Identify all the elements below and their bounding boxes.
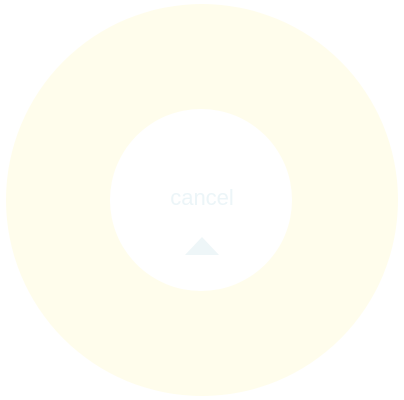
pie-menu: cancel: [0, 0, 404, 400]
cancel-button[interactable]: cancel: [0, 184, 404, 212]
caret-up-icon: [185, 237, 219, 255]
